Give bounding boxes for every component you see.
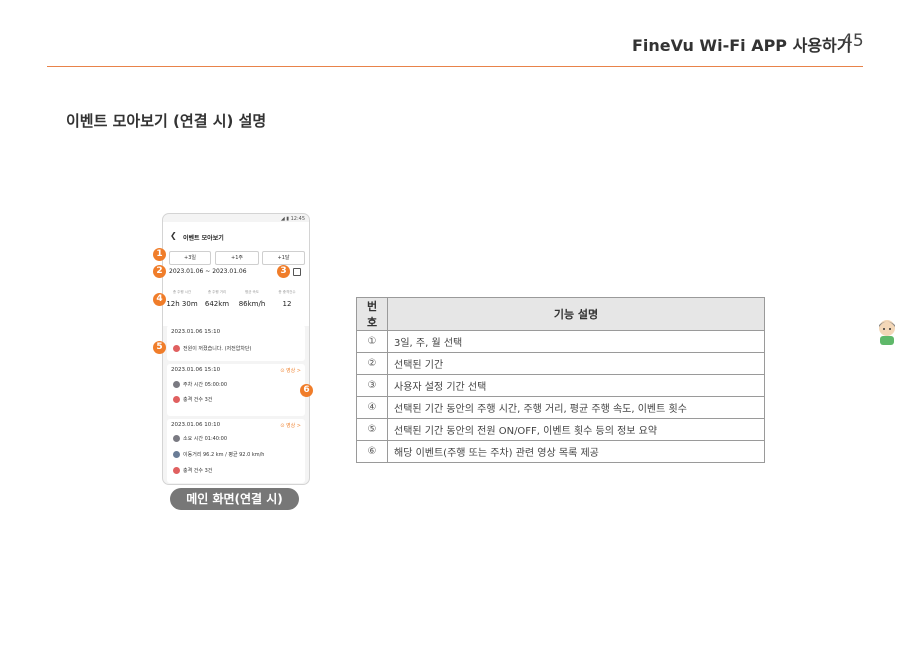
stat-label: 총 주행 거리: [207, 290, 227, 294]
event-time: 2023.01.06 10:10: [171, 422, 221, 428]
phone-screenshot: ◢ ▮ 12:45 ❮ 이벤트 모아보기 +3일 +1주 +1달 2023.01…: [162, 213, 310, 485]
app-title: 이벤트 모아보기: [183, 235, 224, 242]
clock-icon: [173, 435, 180, 442]
event-row: 충격 건수 3건: [173, 396, 212, 403]
event-time: 2023.01.06 15:10: [171, 367, 221, 373]
summary-panel: +3일 +1주 +1달 2023.01.06 ~ 2023.01.06 총 주행…: [163, 250, 309, 326]
stat-value: 12h 30m: [166, 300, 198, 308]
event-card[interactable]: 2023.01.06 10:10 ⊙ 영상 > 소요 시간 01:40:00 이…: [167, 419, 305, 483]
impact-icon: [173, 396, 180, 403]
event-row: 소요 시간 01:40:00: [173, 435, 227, 442]
stat-value: 86km/h: [238, 300, 266, 308]
stat-label: 평균 속도: [245, 290, 259, 294]
event-row: 충격 건수 3건: [173, 467, 212, 474]
row-number: ④: [356, 396, 388, 419]
screen-caption: 메인 화면(연결 시): [170, 488, 299, 510]
marker-4: 4: [153, 293, 166, 306]
marker-6: 6: [300, 384, 313, 397]
row-description: 사용자 설정 기간 선택: [387, 374, 765, 397]
stat-value: 12: [282, 300, 292, 308]
marker-1: 1: [153, 248, 166, 261]
header-divider: [47, 66, 863, 67]
section-title: 이벤트 모아보기 (연결 시) 설명: [66, 112, 267, 130]
back-icon[interactable]: ❮: [170, 231, 177, 240]
row-number: ⑤: [356, 418, 388, 441]
table-row: ② 선택된 기간: [356, 352, 765, 375]
column-header-number: 번호: [356, 297, 388, 331]
stat-label: 총 주행 시간: [172, 290, 192, 294]
row-description: 선택된 기간 동안의 전원 ON/OFF, 이벤트 횟수 등의 정보 요약: [387, 418, 765, 441]
row-number: ①: [356, 330, 388, 353]
marker-2: 2: [153, 265, 166, 278]
header-title: FineVu Wi-Fi APP 사용하기: [632, 36, 852, 55]
row-description: 3일, 주, 월 선택: [387, 330, 765, 353]
app-bar: ❮ 이벤트 모아보기: [163, 222, 309, 250]
table-row: ④ 선택된 기간 동안의 주행 시간, 주행 거리, 평균 주행 속도, 이벤트 …: [356, 396, 765, 419]
video-link[interactable]: ⊙ 영상 >: [280, 367, 301, 374]
row-description: 선택된 기간 동안의 주행 시간, 주행 거리, 평균 주행 속도, 이벤트 횟…: [387, 396, 765, 419]
feature-table: 번호 기능 설명 ① 3일, 주, 월 선택 ② 선택된 기간 ③ 사용자 설정 기간…: [356, 297, 765, 463]
table-row: ⑥ 해당 이벤트(주행 또는 주차) 관련 영상 목록 제공: [356, 440, 765, 463]
event-row: 전원이 꺼졌습니다. (저전압차단): [173, 345, 251, 352]
period-button-1week[interactable]: +1주: [215, 251, 259, 265]
distance-icon: [173, 451, 180, 458]
calendar-icon[interactable]: [293, 268, 301, 276]
event-row: 이동거리 96.2 km / 평균 92.0 km/h: [173, 451, 264, 458]
event-card[interactable]: 2023.01.06 15:10 ⊙ 영상 > 주차 시간 05:00:00 충…: [167, 364, 305, 416]
impact-icon: [173, 467, 180, 474]
period-button-1month[interactable]: +1달: [262, 251, 305, 265]
stat-value: 642km: [204, 300, 230, 308]
table-row: ⑤ 선택된 기간 동안의 전원 ON/OFF, 이벤트 횟수 등의 정보 요약: [356, 418, 765, 441]
marker-5: 5: [153, 341, 166, 354]
period-button-3days[interactable]: +3일: [169, 251, 211, 265]
row-number: ⑥: [356, 440, 388, 463]
event-row: 주차 시간 05:00:00: [173, 381, 227, 388]
column-header-description: 기능 설명: [387, 297, 765, 331]
table-row: ① 3일, 주, 월 선택: [356, 330, 765, 353]
event-time: 2023.01.06 15:10: [171, 329, 221, 335]
marker-3: 3: [277, 265, 290, 278]
page-number: 45: [842, 31, 864, 51]
table-row: ③ 사용자 설정 기간 선택: [356, 374, 765, 397]
row-number: ②: [356, 352, 388, 375]
video-link[interactable]: ⊙ 영상 >: [280, 422, 301, 429]
stat-label: 총 충격건수: [278, 290, 296, 294]
power-icon: [173, 345, 180, 352]
row-description: 선택된 기간: [387, 352, 765, 375]
event-card[interactable]: 2023.01.06 15:10 전원이 꺼졌습니다. (저전압차단): [167, 325, 305, 361]
date-range: 2023.01.06 ~ 2023.01.06: [169, 268, 247, 275]
row-number: ③: [356, 374, 388, 397]
mascot-icon: [879, 320, 895, 345]
row-description: 해당 이벤트(주행 또는 주차) 관련 영상 목록 제공: [387, 440, 765, 463]
clock-icon: [173, 381, 180, 388]
